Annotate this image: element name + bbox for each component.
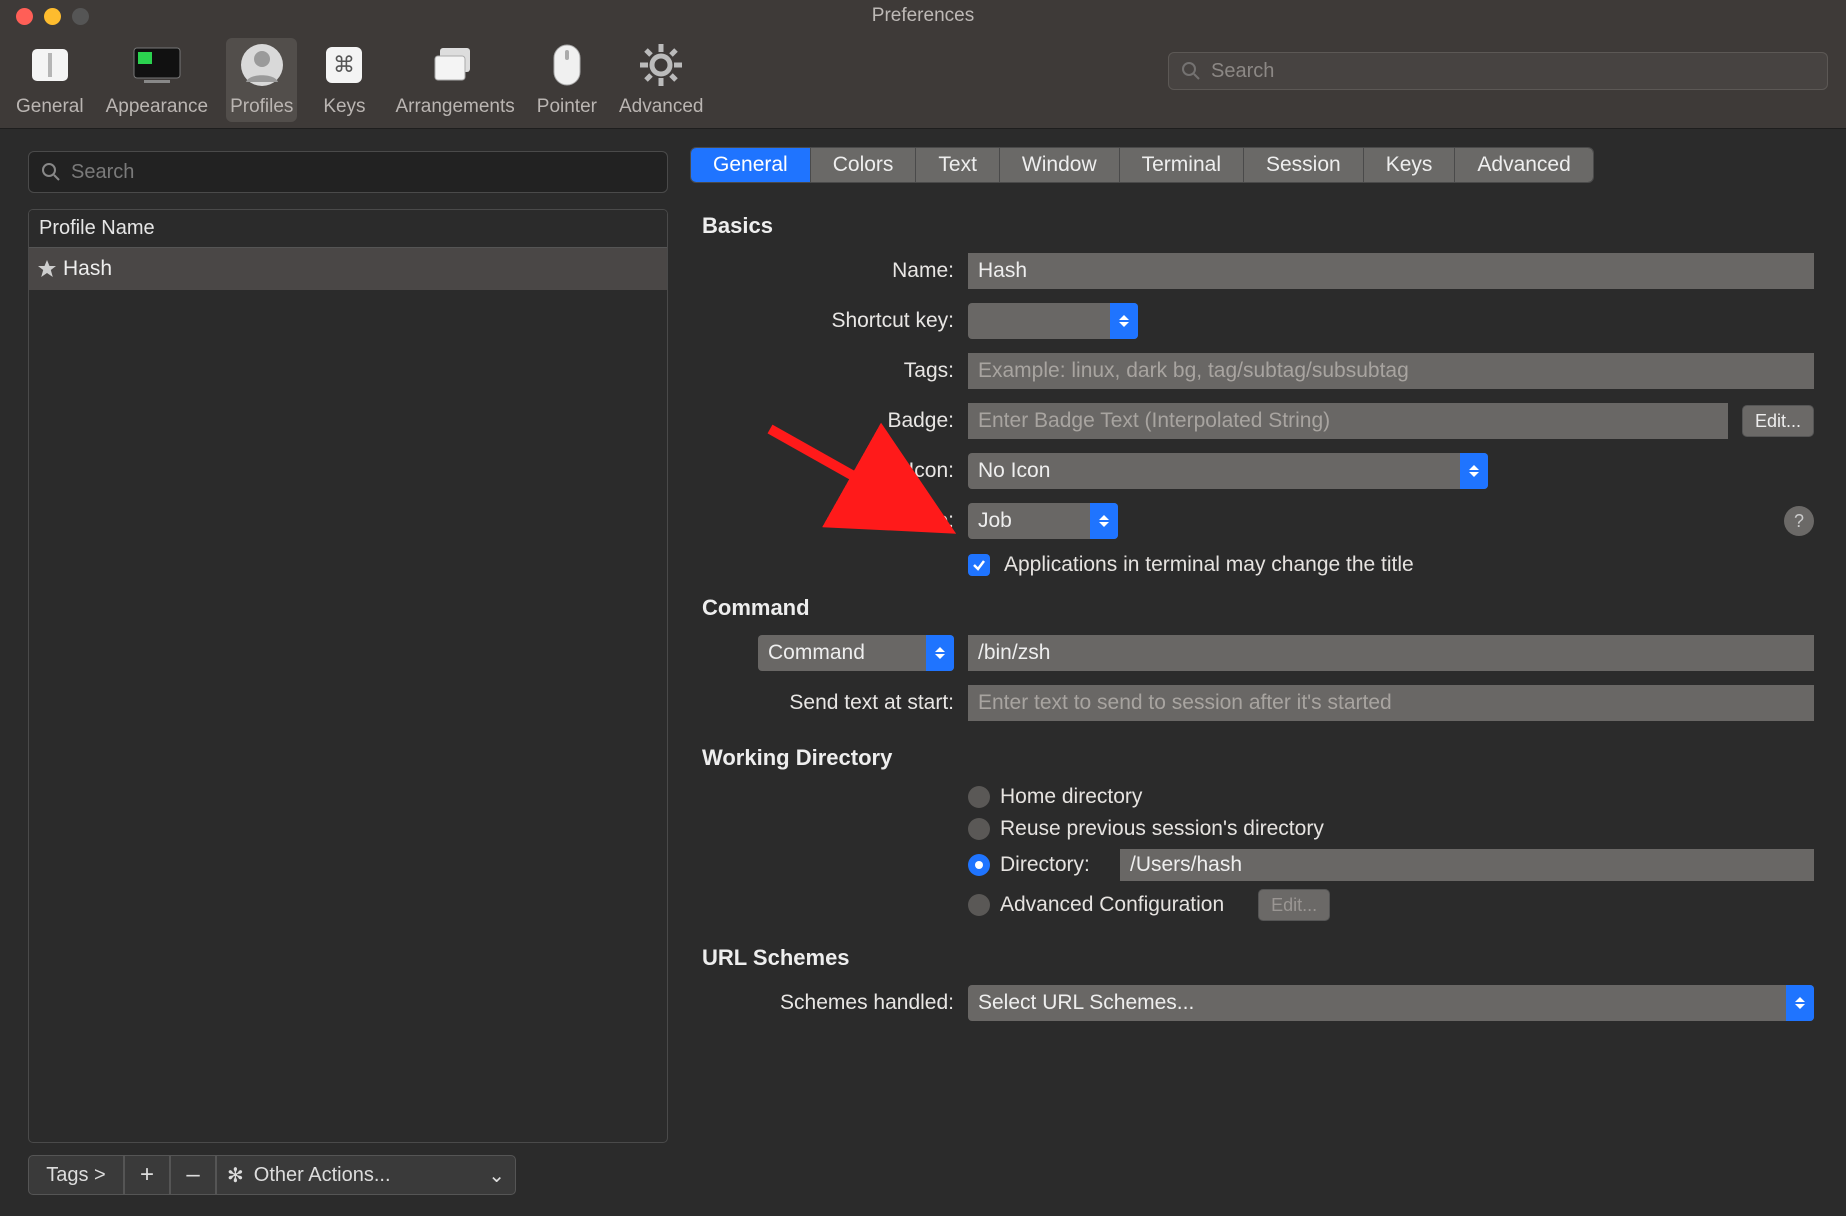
command-key-icon: ⌘ [315,38,373,92]
search-icon [1181,61,1201,81]
prefs-toolbar: General Appearance Profiles ⌘ Keys Arran… [0,32,1846,129]
chevron-down-icon: ⌄ [488,1163,505,1188]
toolbar-search[interactable] [1168,52,1828,90]
toolbar-search-input[interactable] [1211,60,1815,83]
workdir-heading: Working Directory [702,745,1814,771]
switch-icon [21,38,79,92]
window-controls [16,8,89,25]
tab-colors[interactable]: Colors [811,148,917,182]
profiles-bottom-bar: Tags > + – ✻ Other Actions... ⌄ [28,1155,662,1195]
basics-heading: Basics [702,213,1814,239]
workdir-home-radio[interactable]: Home directory [968,785,1814,809]
profile-row[interactable]: Hash [29,248,667,290]
tab-text[interactable]: Text [916,148,1000,182]
tab-terminal[interactable]: Terminal [1120,148,1244,182]
workdir-advanced-edit-button[interactable]: Edit... [1258,889,1330,921]
tags-label: Tags: [702,359,954,383]
toolbar-item-arrangements[interactable]: Arrangements [391,38,518,122]
radio-on-icon [968,854,990,876]
stepper-icon [1110,303,1138,339]
profile-detail: General Colors Text Window Terminal Sess… [680,129,1846,1195]
command-field[interactable] [968,635,1814,671]
stepper-icon [926,635,954,671]
titlebar: Preferences [0,0,1846,32]
workdir-reuse-radio[interactable]: Reuse previous session's directory [968,817,1814,841]
stepper-icon [1090,503,1118,539]
name-label: Name: [702,259,954,283]
profile-name: Hash [63,257,112,281]
badge-field[interactable] [968,403,1728,439]
stepper-icon [1460,453,1488,489]
title-select[interactable]: Job [968,503,1118,539]
tab-keys[interactable]: Keys [1364,148,1456,182]
profile-search[interactable] [28,151,668,193]
workdir-directory-radio[interactable]: Directory: [968,849,1814,881]
monitor-icon [128,38,186,92]
profile-search-input[interactable] [71,161,655,184]
apps-change-title-checkbox[interactable] [968,554,990,576]
profiles-table: Profile Name Hash [28,209,668,1143]
toolbar-item-profiles[interactable]: Profiles [226,38,297,122]
badge-label: Badge: [702,409,954,433]
stepper-icon [1786,985,1814,1021]
svg-text:⌘: ⌘ [333,52,355,77]
apps-change-title-label: Applications in terminal may change the … [1004,553,1414,577]
mouse-icon [538,38,596,92]
shortcut-label: Shortcut key: [702,309,954,333]
gear-icon [632,38,690,92]
tags-field[interactable] [968,353,1814,389]
windows-stack-icon [426,38,484,92]
close-window-button[interactable] [16,8,33,25]
schemes-label: Schemes handled: [702,991,954,1015]
remove-profile-button[interactable]: – [170,1155,216,1195]
profiles-sidebar: Profile Name Hash Tags > + – ✻ Other Act… [0,129,680,1195]
send-text-field[interactable] [968,685,1814,721]
search-icon [41,162,61,182]
tab-advanced[interactable]: Advanced [1455,148,1592,182]
add-profile-button[interactable]: + [124,1155,170,1195]
title-label: Title: [702,509,954,533]
toolbar-item-appearance[interactable]: Appearance [102,38,212,122]
star-icon [37,259,57,279]
command-mode-select[interactable]: Command [758,635,954,671]
profile-icon [233,38,291,92]
zoom-window-button[interactable] [72,8,89,25]
toolbar-item-keys[interactable]: ⌘ Keys [311,38,377,122]
toolbar-item-advanced[interactable]: Advanced [615,38,708,122]
send-text-label: Send text at start: [702,691,954,715]
other-actions-menu[interactable]: ✻ Other Actions... ⌄ [216,1155,516,1195]
icon-select[interactable]: No Icon [968,453,1488,489]
profile-tabs: General Colors Text Window Terminal Sess… [690,147,1826,183]
gear-icon: ✻ [227,1163,244,1188]
toolbar-item-pointer[interactable]: Pointer [533,38,601,122]
minimize-window-button[interactable] [44,8,61,25]
radio-off-icon [968,786,990,808]
workdir-path-field[interactable] [1120,849,1814,881]
title-help-button[interactable]: ? [1784,506,1814,536]
toolbar-item-general[interactable]: General [12,38,88,122]
icon-label: Icon: [702,459,954,483]
profile-name-field[interactable] [968,253,1814,289]
window-title: Preferences [872,5,974,27]
radio-off-icon [968,818,990,840]
schemes-select[interactable]: Select URL Schemes... [968,985,1814,1021]
shortcut-key-select[interactable] [968,303,1138,339]
tab-window[interactable]: Window [1000,148,1120,182]
command-heading: Command [702,595,1814,621]
tab-session[interactable]: Session [1244,148,1364,182]
workdir-advanced-radio[interactable]: Advanced Configuration Edit... [968,889,1814,921]
urlschemes-heading: URL Schemes [702,945,1814,971]
tab-general[interactable]: General [691,148,811,182]
tags-filter-button[interactable]: Tags > [28,1155,124,1195]
profiles-table-header[interactable]: Profile Name [29,210,667,248]
radio-off-icon [968,894,990,916]
badge-edit-button[interactable]: Edit... [1742,405,1814,437]
